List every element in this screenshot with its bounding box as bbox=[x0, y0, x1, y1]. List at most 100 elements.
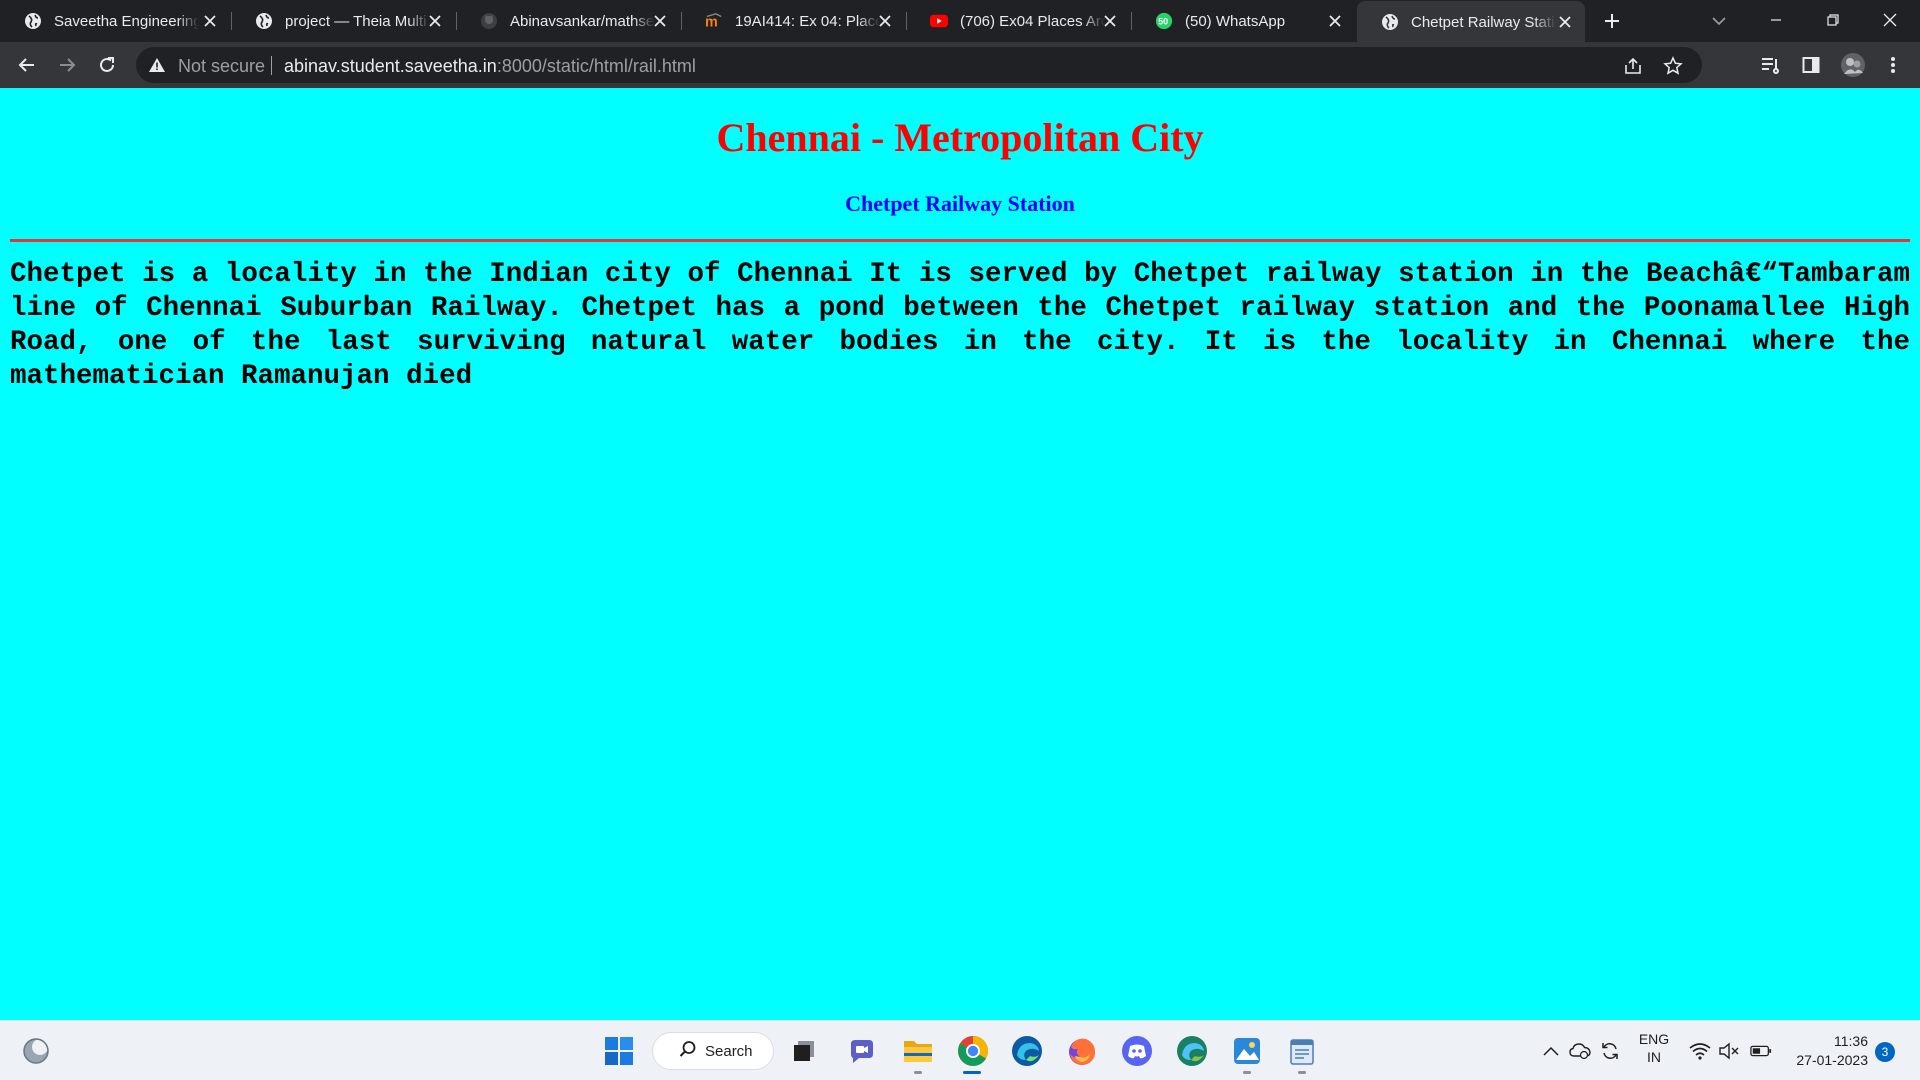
bookmark-star-icon[interactable] bbox=[1662, 55, 1684, 77]
chevron-up-icon[interactable] bbox=[1540, 1041, 1562, 1061]
new-tab-button[interactable] bbox=[1598, 7, 1626, 35]
onedrive-sync-icon[interactable] bbox=[1569, 1041, 1591, 1061]
horizontal-rule bbox=[10, 239, 1910, 242]
restore-icon bbox=[1827, 14, 1839, 26]
arrow-left-icon bbox=[18, 58, 34, 72]
page-subheading: Chetpet Railway Station bbox=[845, 191, 1075, 216]
side-panel-button[interactable] bbox=[1796, 50, 1826, 80]
security-status-label[interactable]: Not secure bbox=[178, 56, 265, 77]
notification-count-badge[interactable]: 3 bbox=[1875, 1042, 1895, 1062]
tab-title: (706) Ex04 Places Arou bbox=[960, 12, 1105, 30]
svg-text:50: 50 bbox=[1158, 17, 1168, 27]
chrome-icon[interactable] bbox=[955, 1033, 991, 1069]
tab-title: 19AI414: Ex 04: Places bbox=[735, 12, 880, 30]
close-icon[interactable] bbox=[1555, 12, 1575, 32]
clock[interactable]: 11:36 27-01-2023 bbox=[1782, 1033, 1868, 1068]
discord-icon[interactable] bbox=[1119, 1033, 1155, 1069]
reload-icon bbox=[100, 57, 114, 72]
tab-title: project — Theia Multi bbox=[285, 12, 427, 30]
tab-whatsapp[interactable]: 50 (50) WhatsApp bbox=[1131, 0, 1355, 42]
chevron-down-icon bbox=[1712, 17, 1726, 26]
tab-strip: Saveetha Engineering project — Theia Mul… bbox=[0, 0, 1920, 43]
tab-saveetha[interactable]: Saveetha Engineering bbox=[0, 0, 230, 42]
moodle-icon: m bbox=[705, 12, 723, 30]
restore-button[interactable] bbox=[1805, 0, 1861, 40]
task-view-icon[interactable] bbox=[786, 1033, 822, 1069]
language-indicator[interactable]: ENG IN bbox=[1636, 1031, 1672, 1065]
language-code: ENG bbox=[1638, 1031, 1670, 1047]
close-icon bbox=[1883, 13, 1897, 27]
close-window-button[interactable] bbox=[1862, 0, 1918, 40]
back-button[interactable] bbox=[12, 50, 42, 80]
volume-muted-icon[interactable] bbox=[1718, 1041, 1740, 1061]
tab-title: Abinavsankar/mathse bbox=[510, 12, 655, 30]
reading-list-button[interactable] bbox=[1756, 50, 1786, 80]
globe-icon bbox=[255, 12, 273, 30]
tab-youtube[interactable]: (706) Ex04 Places Arou bbox=[906, 0, 1130, 42]
globe-icon bbox=[1381, 13, 1399, 31]
sync-icon[interactable] bbox=[1599, 1041, 1621, 1061]
url-divider bbox=[271, 56, 272, 75]
url-host: abinav.student.saveetha.in bbox=[284, 56, 497, 76]
web-page: Chennai - Metropolitan City Chetpet Rail… bbox=[0, 88, 1920, 1020]
avatar-icon bbox=[1841, 53, 1865, 77]
close-icon[interactable] bbox=[650, 11, 670, 31]
youtube-icon bbox=[930, 12, 948, 30]
close-icon[interactable] bbox=[1325, 11, 1345, 31]
wifi-icon[interactable] bbox=[1689, 1041, 1711, 1061]
firefox-icon[interactable] bbox=[1064, 1033, 1100, 1069]
edge-icon[interactable] bbox=[1009, 1033, 1045, 1069]
close-icon[interactable] bbox=[1100, 11, 1120, 31]
close-icon[interactable] bbox=[875, 11, 895, 31]
warning-icon[interactable] bbox=[148, 56, 166, 74]
clock-date: 27-01-2023 bbox=[1796, 1052, 1868, 1068]
photos-icon[interactable] bbox=[1229, 1033, 1265, 1069]
tab-title: (50) WhatsApp bbox=[1185, 12, 1286, 30]
close-icon[interactable] bbox=[425, 11, 445, 31]
file-explorer-icon[interactable] bbox=[900, 1033, 936, 1069]
side-panel-icon bbox=[1802, 57, 1820, 73]
tab-search-button[interactable] bbox=[1705, 8, 1733, 34]
page-heading: Chennai - Metropolitan City bbox=[716, 115, 1204, 160]
tab-title: Chetpet Railway Statio bbox=[1411, 13, 1556, 31]
reading-list-icon bbox=[1762, 58, 1779, 74]
address-bar[interactable]: Not secure abinav.student.saveetha.in:80… bbox=[136, 47, 1702, 83]
chat-icon[interactable] bbox=[844, 1033, 880, 1069]
clock-time: 11:36 bbox=[1834, 1033, 1868, 1049]
browser-toolbar: Not secure abinav.student.saveetha.in:80… bbox=[0, 42, 1920, 88]
tab-theia[interactable]: project — Theia Multi bbox=[231, 0, 455, 42]
tab-title: Saveetha Engineering bbox=[54, 12, 199, 30]
tab-moodle[interactable]: m 19AI414: Ex 04: Places bbox=[681, 0, 905, 42]
description-paragraph: Chetpet is a locality in the Indian city… bbox=[10, 259, 1910, 392]
active-indicator bbox=[963, 1071, 981, 1074]
more-vert-icon bbox=[1891, 57, 1895, 73]
battery-icon[interactable] bbox=[1750, 1041, 1772, 1061]
tab-chetpet-active[interactable]: Chetpet Railway Statio bbox=[1357, 1, 1585, 43]
windows-start-icon[interactable] bbox=[601, 1033, 637, 1069]
globe-icon bbox=[24, 12, 42, 30]
minimize-icon bbox=[1771, 19, 1781, 21]
arrow-right-icon bbox=[60, 58, 76, 72]
share-icon[interactable] bbox=[1622, 55, 1644, 77]
tab-github[interactable]: Abinavsankar/mathse bbox=[456, 0, 680, 42]
running-indicator bbox=[1243, 1071, 1251, 1074]
forward-button[interactable] bbox=[52, 50, 82, 80]
minimize-button[interactable] bbox=[1748, 0, 1804, 40]
edge-dev-icon[interactable] bbox=[1174, 1033, 1210, 1069]
profile-avatar[interactable] bbox=[1838, 50, 1868, 80]
chrome-menu-button[interactable] bbox=[1878, 50, 1908, 80]
close-icon[interactable] bbox=[200, 11, 220, 31]
github-icon bbox=[480, 12, 498, 30]
taskbar-search-box[interactable]: Search bbox=[652, 1032, 774, 1070]
search-icon bbox=[679, 1040, 697, 1063]
whatsapp-icon: 50 bbox=[1155, 12, 1173, 30]
reload-button[interactable] bbox=[92, 50, 122, 80]
widgets-icon[interactable] bbox=[18, 1033, 54, 1069]
url-text[interactable]: abinav.student.saveetha.in:8000/static/h… bbox=[284, 56, 696, 77]
taskbar: Search ENG IN 11:36 27-01-2023 3 bbox=[0, 1020, 1920, 1080]
taskbar-search-label: Search bbox=[705, 1042, 753, 1060]
notepad-icon[interactable] bbox=[1284, 1033, 1320, 1069]
running-indicator bbox=[1298, 1071, 1306, 1074]
region-code: IN bbox=[1647, 1049, 1661, 1065]
running-indicator bbox=[914, 1071, 922, 1074]
